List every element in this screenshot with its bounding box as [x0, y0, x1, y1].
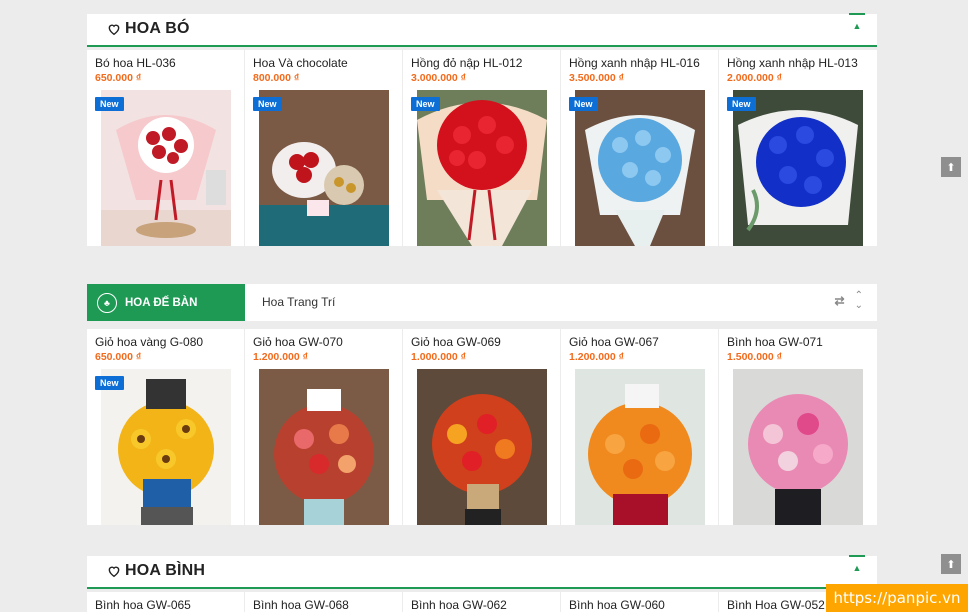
collapse-toggle-button[interactable]: ▲	[849, 555, 865, 579]
category-tabbar: ♣ HOA ĐẾ BÀN Hoa Trang Trí ⇄ ⌃ ⌄	[87, 284, 877, 321]
new-badge: New	[95, 376, 124, 390]
product-price: 1.200.000 ₫	[253, 351, 309, 363]
product-price: 2.000.000 ₫	[727, 72, 783, 84]
product-name[interactable]: Bình hoa GW-071	[727, 335, 823, 349]
heart-icon	[108, 24, 120, 36]
product-name[interactable]: Bình Hoa GW-052	[727, 598, 825, 612]
new-badge: New	[569, 97, 598, 111]
chevron-down-icon[interactable]: ⌄	[855, 301, 863, 311]
section-title[interactable]: HOA BÌNH	[107, 562, 205, 580]
product-card[interactable]: Hồng đỏ nập HL-012 3.000.000 ₫ New	[403, 50, 560, 246]
new-badge: New	[253, 97, 282, 111]
product-card[interactable]: Bình hoa GW-065	[87, 592, 244, 612]
scroll-top-button[interactable]: ⬆	[941, 157, 961, 177]
product-card[interactable]: Giỏ hoa GW-067 1.200.000 ₫	[561, 329, 718, 525]
section-header: HOA BÓ ▲	[87, 13, 877, 47]
product-name[interactable]: Bình hoa GW-065	[95, 598, 191, 612]
product-price: 1.200.000 ₫	[569, 351, 625, 363]
product-card[interactable]: Bó hoa HL-036 650.000 ₫ New	[87, 50, 244, 246]
heart-icon	[108, 566, 120, 578]
tab-hoa-de-ban[interactable]: ♣ HOA ĐẾ BÀN	[87, 284, 245, 321]
product-card[interactable]: Bình hoa GW-068	[245, 592, 402, 612]
product-name[interactable]: Bó hoa HL-036	[95, 56, 176, 70]
product-price: 1.000.000 ₫	[411, 351, 467, 363]
product-image[interactable]	[259, 90, 389, 246]
product-name[interactable]: Hồng đỏ nập HL-012	[411, 56, 522, 70]
product-card[interactable]: Bình hoa GW-062	[403, 592, 560, 612]
product-image[interactable]	[101, 90, 231, 246]
product-image[interactable]	[575, 369, 705, 525]
collapse-toggle-button[interactable]: ▲	[849, 13, 865, 37]
section-hoa-bo: HOA BÓ ▲ Bó hoa HL-036 650.000 ₫ New Hoa…	[87, 13, 877, 246]
product-price: 3.000.000 ₫	[411, 72, 467, 84]
product-price: 650.000 ₫	[95, 72, 142, 84]
new-badge: New	[95, 97, 124, 111]
product-price: 800.000 ₫	[253, 72, 300, 84]
watermark-text: https://panpic.vn	[833, 589, 961, 607]
product-price: 650.000 ₫	[95, 351, 142, 363]
product-image[interactable]	[101, 369, 231, 525]
product-name[interactable]: Giỏ hoa GW-070	[253, 335, 343, 349]
product-name[interactable]: Giỏ hoa GW-067	[569, 335, 659, 349]
product-name[interactable]: Bình hoa GW-068	[253, 598, 349, 612]
tab-label: HOA ĐẾ BÀN	[125, 296, 198, 309]
tab-hoa-trang-tri[interactable]: Hoa Trang Trí	[262, 295, 335, 309]
product-name[interactable]: Giỏ hoa vàng G-080	[95, 335, 203, 349]
product-card[interactable]: Giỏ hoa vàng G-080 650.000 ₫ New	[87, 329, 244, 525]
product-card[interactable]: Bình hoa GW-060	[561, 592, 718, 612]
product-image[interactable]	[259, 369, 389, 525]
product-price: 3.500.000 ₫	[569, 72, 625, 84]
section-title-text: HOA BÓ	[125, 20, 190, 37]
product-card[interactable]: Hồng xanh nhập HL-013 2.000.000 ₫ New	[719, 50, 877, 246]
product-image[interactable]	[733, 369, 863, 525]
scroll-top-button[interactable]: ⬆	[941, 554, 961, 574]
product-image[interactable]	[733, 90, 863, 246]
product-name[interactable]: Hoa Và chocolate	[253, 56, 348, 70]
product-image[interactable]	[417, 369, 547, 525]
watermark: https://panpic.vn	[826, 584, 968, 612]
new-badge: New	[727, 97, 756, 111]
product-card[interactable]: Bình hoa GW-071 1.500.000 ₫	[719, 329, 877, 525]
tab-tools: ⇄ ⌃ ⌄	[835, 291, 863, 311]
section-title[interactable]: HOA BÓ	[107, 20, 190, 38]
section-header: HOA BÌNH ▲	[87, 555, 877, 589]
section-title-text: HOA BÌNH	[125, 562, 206, 579]
product-name[interactable]: Giỏ hoa GW-069	[411, 335, 501, 349]
product-card[interactable]: Giỏ hoa GW-070 1.200.000 ₫	[245, 329, 402, 525]
product-price: 1.500.000 ₫	[727, 351, 783, 363]
product-name[interactable]: Bình hoa GW-062	[411, 598, 507, 612]
product-card[interactable]: Giỏ hoa GW-069 1.000.000 ₫	[403, 329, 560, 525]
product-image[interactable]	[575, 90, 705, 246]
swap-icon[interactable]: ⇄	[835, 294, 845, 308]
product-image[interactable]	[417, 90, 547, 246]
product-grid-de-ban: Giỏ hoa vàng G-080 650.000 ₫ New Giỏ hoa…	[87, 329, 877, 525]
new-badge: New	[411, 97, 440, 111]
section-hoa-binh: HOA BÌNH ▲ Bình hoa GW-065 Bình hoa GW-0…	[87, 555, 877, 612]
product-name[interactable]: Hồng xanh nhập HL-016	[569, 56, 700, 70]
product-grid: Bình hoa GW-065 Bình hoa GW-068 Bình hoa…	[87, 592, 877, 612]
product-card[interactable]: Hoa Và chocolate 800.000 ₫ New	[245, 50, 402, 246]
product-card[interactable]: Hồng xanh nhập HL-016 3.500.000 ₫ New	[561, 50, 718, 246]
up-down-control[interactable]: ⌃ ⌄	[855, 291, 863, 311]
product-name[interactable]: Hồng xanh nhập HL-013	[727, 56, 858, 70]
product-name[interactable]: Bình hoa GW-060	[569, 598, 665, 612]
flower-pot-icon: ♣	[97, 292, 117, 313]
product-grid: Bó hoa HL-036 650.000 ₫ New Hoa Và choco…	[87, 50, 877, 246]
